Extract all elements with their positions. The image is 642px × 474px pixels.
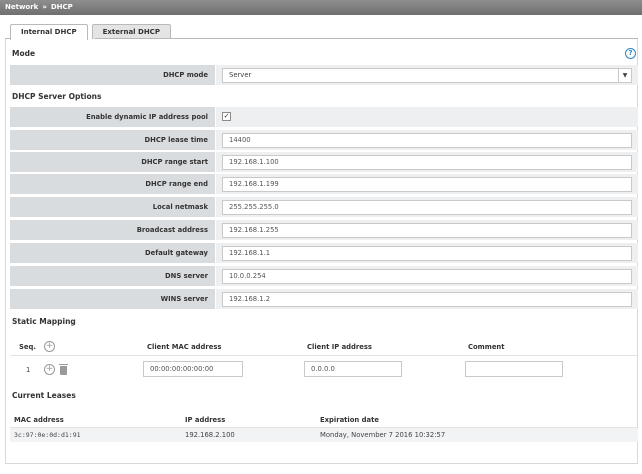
breadcrumb-current: DHCP: [50, 3, 73, 11]
field-cell: 14400: [216, 130, 638, 150]
range-start-input[interactable]: 192.168.1.100: [222, 155, 632, 170]
seq-column-header: Seq.: [19, 343, 36, 351]
field-cell: 192.168.1.2: [216, 289, 638, 309]
tab-bar: Internal DHCP External DHCP: [10, 24, 175, 40]
field-cell: 192.168.1.255: [216, 220, 638, 240]
current-leases-title: Current Leases: [12, 391, 76, 400]
dynamic-pool-label: Enable dynamic IP address pool: [10, 107, 215, 127]
range-end-row: DHCP range end 192.168.1.199: [10, 174, 638, 194]
field-label: WINS server: [10, 289, 215, 309]
field-label: Local netmask: [10, 197, 215, 217]
breadcrumb-root[interactable]: Network: [5, 3, 38, 11]
dhcp-mode-select[interactable]: Server ▼: [222, 68, 632, 83]
field-label: DNS server: [10, 266, 215, 286]
wins-input[interactable]: 192.168.1.2: [222, 292, 632, 307]
server-options-title: DHCP Server Options: [12, 92, 102, 101]
dns-row: DNS server 10.0.0.254: [10, 266, 638, 286]
trash-icon[interactable]: [59, 364, 68, 375]
chevron-down-icon[interactable]: ▼: [618, 69, 631, 82]
gateway-input[interactable]: 192.168.1.1: [222, 246, 632, 261]
dhcp-mode-field: Server ▼: [216, 65, 638, 85]
lease-time-row: DHCP lease time 14400: [10, 130, 638, 150]
client-ip-input[interactable]: 0.0.0.0: [304, 361, 402, 377]
gateway-row: Default gateway 192.168.1.1: [10, 243, 638, 263]
dns-input[interactable]: 10.0.0.254: [222, 269, 632, 284]
field-cell: 192.168.1.1: [216, 243, 638, 263]
tab-divider-left: [5, 38, 11, 39]
comment-input[interactable]: [465, 361, 563, 377]
lease-mac-header: MAC address: [14, 416, 64, 424]
field-label: DHCP lease time: [10, 130, 215, 150]
field-cell: 192.168.1.199: [216, 174, 638, 194]
comment-column-header: Comment: [468, 343, 505, 351]
broadcast-row: Broadcast address 192.168.1.255: [10, 220, 638, 240]
help-circle-icon[interactable]: ?: [625, 48, 636, 59]
field-label: Default gateway: [10, 243, 215, 263]
lease-ip: 192.168.2.100: [185, 431, 235, 439]
tab-divider: [95, 38, 638, 39]
field-cell: 192.168.1.100: [216, 152, 638, 172]
mapping-seq: 1: [26, 366, 31, 374]
field-label: DHCP range start: [10, 152, 215, 172]
lease-row: 3c:97:0e:0d:d1:91 192.168.2.100 Monday, …: [10, 428, 638, 442]
mac-column-header: Client MAC address: [147, 343, 222, 351]
dynamic-pool-field: ✓: [216, 107, 638, 127]
dynamic-pool-checkbox[interactable]: ✓: [222, 112, 231, 121]
insert-row-icon[interactable]: +: [44, 364, 55, 375]
field-label: DHCP range end: [10, 174, 215, 194]
client-mac-input[interactable]: 00:00:00:00:00:00: [143, 361, 243, 377]
field-label: Broadcast address: [10, 220, 215, 240]
wins-row: WINS server 192.168.1.2: [10, 289, 638, 309]
tab-external-dhcp[interactable]: External DHCP: [91, 24, 171, 39]
ip-column-header: Client IP address: [307, 343, 372, 351]
broadcast-input[interactable]: 192.168.1.255: [222, 223, 632, 238]
range-end-input[interactable]: 192.168.1.199: [222, 177, 632, 192]
breadcrumb-separator: »: [42, 3, 47, 11]
range-start-row: DHCP range start 192.168.1.100: [10, 152, 638, 172]
lease-mac: 3c:97:0e:0d:d1:91: [14, 431, 81, 439]
add-mapping-icon[interactable]: +: [44, 341, 55, 352]
field-cell: 10.0.0.254: [216, 266, 638, 286]
dhcp-mode-value: Server: [229, 71, 252, 79]
dhcp-mode-label: DHCP mode: [10, 65, 215, 85]
lease-expiration-header: Expiration date: [320, 416, 379, 424]
breadcrumb: Network » DHCP: [0, 0, 642, 15]
lease-time-input[interactable]: 14400: [222, 133, 632, 148]
mapping-divider: [10, 355, 638, 356]
static-mapping-title: Static Mapping: [12, 317, 76, 326]
field-cell: 255.255.255.0: [216, 197, 638, 217]
netmask-row: Local netmask 255.255.255.0: [10, 197, 638, 217]
lease-expiration: Monday, November 7 2016 10:32:57: [320, 431, 446, 439]
dynamic-pool-row: Enable dynamic IP address pool ✓: [10, 107, 638, 127]
dhcp-mode-row: DHCP mode Server ▼: [10, 65, 638, 85]
mode-section-title: Mode: [12, 49, 36, 58]
netmask-input[interactable]: 255.255.255.0: [222, 200, 632, 215]
lease-ip-header: IP address: [185, 416, 226, 424]
